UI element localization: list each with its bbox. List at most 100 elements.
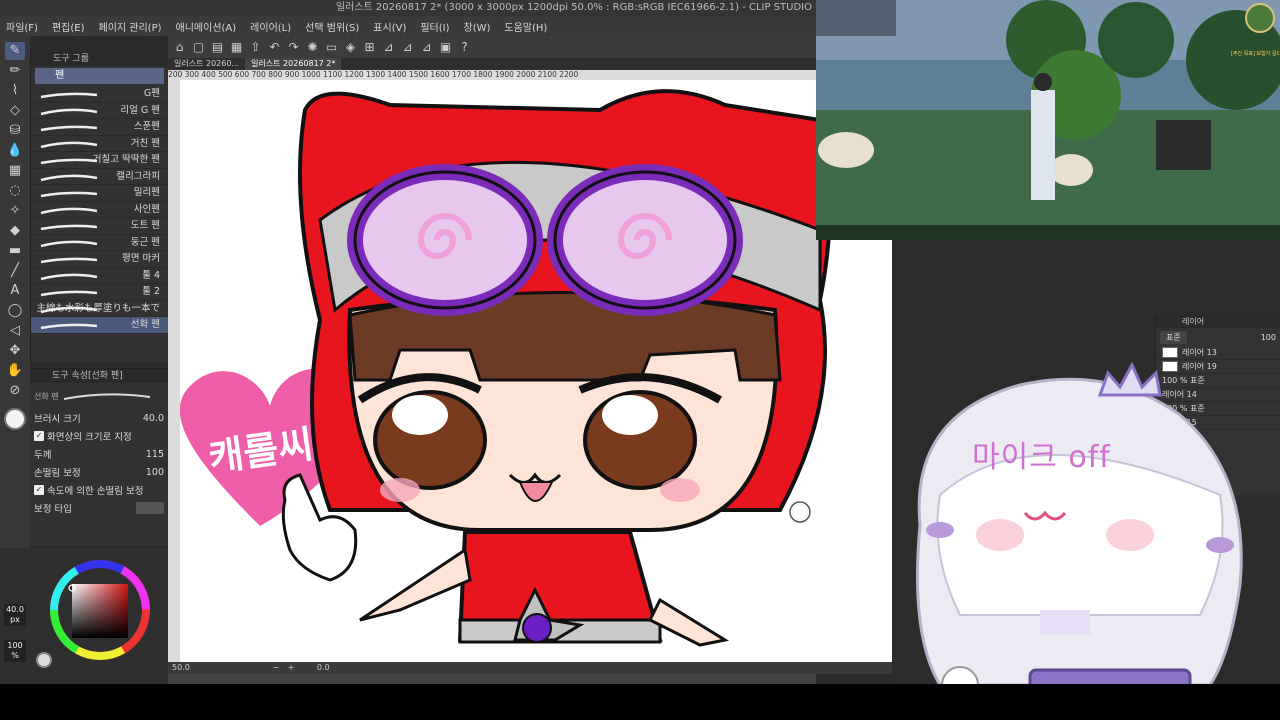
- gradient-tool-icon[interactable]: ▬: [5, 242, 25, 260]
- airbrush-tool-icon[interactable]: ⛁: [5, 122, 25, 140]
- brush-tool-icon[interactable]: ⌇: [5, 82, 25, 100]
- brush-item[interactable]: 평면 마커: [31, 251, 168, 268]
- brush-item[interactable]: 툴 2: [31, 284, 168, 301]
- brush-item[interactable]: 밀리펜: [31, 185, 168, 202]
- screen-size-checkbox[interactable]: ✓: [34, 431, 44, 441]
- blend-mode-select[interactable]: 표준: [1160, 330, 1187, 344]
- brush-stroke-icon: [40, 141, 98, 148]
- zoom-plus-icon[interactable]: +: [288, 663, 295, 672]
- transform-icon[interactable]: ⊞: [362, 40, 377, 55]
- brush-size-row[interactable]: 브러시 크기 40.0: [30, 409, 168, 427]
- redo-icon[interactable]: ↷: [286, 40, 301, 55]
- opacity-indicator[interactable]: 100 %: [4, 640, 26, 662]
- canvas-angle-value[interactable]: 0.0: [317, 663, 330, 672]
- menu-edit[interactable]: 편집(E): [52, 19, 85, 34]
- text-tool-icon[interactable]: A: [5, 282, 25, 300]
- open-icon[interactable]: ▤: [210, 40, 225, 55]
- export-icon[interactable]: ⇧: [248, 40, 263, 55]
- fill-icon[interactable]: ◈: [343, 40, 358, 55]
- thickness-row[interactable]: 두께 115: [30, 445, 168, 463]
- menu-bar: 파일(F) 편집(E) 페이지 관리(P) 애니메이션(A) 레이어(L) 선택…: [0, 16, 816, 36]
- menu-page[interactable]: 페이지 관리(P): [99, 19, 162, 34]
- sub-color-swatch[interactable]: [36, 652, 52, 668]
- correction-value[interactable]: 100: [146, 467, 164, 478]
- menu-view[interactable]: 표시(V): [373, 19, 406, 34]
- brush-item[interactable]: 툴 4: [31, 268, 168, 284]
- brush-item[interactable]: 主線も水彩も厚塗りも一本で: [31, 301, 168, 317]
- frame-tool-icon[interactable]: ▦: [5, 162, 25, 180]
- brush-item[interactable]: 선화 펜: [31, 317, 168, 334]
- tool-property-panel: 도구 속성[선화 펜] 선화 펜 브러시 크기 40.0 ✓ 화면상의 크기로 …: [30, 368, 168, 546]
- brush-item[interactable]: 캘리그라피: [31, 169, 168, 185]
- menu-help[interactable]: 도움말(H): [504, 19, 547, 34]
- brush-item[interactable]: 둥근 펜: [31, 235, 168, 251]
- hand-tool-icon[interactable]: ✋: [5, 362, 25, 380]
- brush-item-label: 사인펜: [133, 203, 160, 215]
- snap-ruler-icon[interactable]: ⊿: [400, 40, 415, 55]
- brush-item[interactable]: G펜: [31, 86, 168, 103]
- layer-opacity-value[interactable]: 100: [1261, 333, 1276, 342]
- home-icon[interactable]: ⌂: [172, 40, 187, 55]
- correct-line-tool-icon[interactable]: ◁: [5, 322, 25, 340]
- brush-item-label: 평면 마커: [122, 253, 160, 264]
- new-file-icon[interactable]: ▢: [191, 40, 206, 55]
- brush-stroke-icon: [40, 240, 98, 247]
- brush-item[interactable]: 리얼 G 펜: [31, 103, 168, 119]
- brush-item-label: 툴 4: [142, 269, 160, 281]
- balloon-tool-icon[interactable]: ◯: [5, 302, 25, 320]
- speed-correction-checkbox[interactable]: ✓: [34, 485, 44, 495]
- correction-type-buttons[interactable]: [136, 502, 164, 514]
- lasso-tool-icon[interactable]: ◌: [5, 182, 25, 200]
- speed-correction-row[interactable]: ✓ 속도에 의한 손떨림 보정: [30, 481, 168, 499]
- move-tool-icon[interactable]: ✥: [5, 342, 25, 360]
- pen-tool-icon[interactable]: ✎: [5, 42, 25, 60]
- brush-stroke-icon: [40, 174, 98, 181]
- save-icon[interactable]: ▦: [229, 40, 244, 55]
- brush-item[interactable]: 거칠고 딱딱한 펜: [31, 152, 168, 169]
- brush-item-label: 거칠고 딱딱한 펜: [92, 154, 160, 165]
- clear-icon[interactable]: ▭: [324, 40, 339, 55]
- brush-stroke-icon: [40, 191, 98, 198]
- subtool-group-pen[interactable]: 펜: [35, 68, 164, 84]
- brush-item[interactable]: 도트 펜: [31, 218, 168, 235]
- menu-file[interactable]: 파일(F): [6, 19, 38, 34]
- eyedropper-tool-icon[interactable]: ⊘: [5, 382, 25, 400]
- canvas-paper[interactable]: 캐롤씨: [179, 80, 892, 662]
- correction-type-row[interactable]: 보정 타입: [30, 499, 168, 517]
- brush-size-indicator[interactable]: 40.0 px: [4, 604, 26, 626]
- loading-icon[interactable]: ✺: [305, 40, 320, 55]
- brush-item[interactable]: 사인펜: [31, 202, 168, 218]
- fill-tool-icon[interactable]: ◆: [5, 222, 25, 240]
- brush-stroke-icon: [40, 207, 98, 214]
- brush-stroke-icon: [40, 323, 98, 330]
- menu-filter[interactable]: 필터(I): [420, 19, 449, 34]
- menu-selection[interactable]: 선택 범위(S): [305, 19, 359, 34]
- doc-tab-2[interactable]: 일러스트 20260817 2*: [245, 58, 342, 70]
- brush-size-value[interactable]: 40.0: [143, 413, 164, 424]
- correction-row[interactable]: 손떨림 보정 100: [30, 463, 168, 481]
- snap-grid-icon[interactable]: ⊿: [419, 40, 434, 55]
- zoom-minus-icon[interactable]: −: [272, 663, 279, 672]
- main-color-swatch[interactable]: [4, 408, 26, 430]
- brush-item[interactable]: 스푼펜: [31, 119, 168, 136]
- doc-tab-1[interactable]: 일러스트 20260...: [168, 58, 245, 70]
- menu-layer[interactable]: 레이어(L): [250, 19, 291, 34]
- thickness-value[interactable]: 115: [146, 449, 164, 460]
- blend-tool-icon[interactable]: 💧: [5, 142, 25, 160]
- brush-item[interactable]: 거친 펜: [31, 136, 168, 152]
- pencil-tool-icon[interactable]: ✏: [5, 62, 25, 80]
- menu-animation[interactable]: 애니메이션(A): [176, 19, 237, 34]
- screen-size-row[interactable]: ✓ 화면상의 크기로 지정: [30, 427, 168, 445]
- menu-window[interactable]: 창(W): [464, 19, 491, 34]
- help-icon[interactable]: ?: [457, 40, 472, 55]
- line-tool-icon[interactable]: ╱: [5, 262, 25, 280]
- ruler-icon[interactable]: ⊿: [381, 40, 396, 55]
- canvas-zoom-value[interactable]: 50.0: [172, 663, 190, 672]
- eraser-tool-icon[interactable]: ◇: [5, 102, 25, 120]
- settings-icon[interactable]: ▣: [438, 40, 453, 55]
- layer-blend-row: 표준 100: [1156, 328, 1280, 346]
- wand-tool-icon[interactable]: ✧: [5, 202, 25, 220]
- brush-item-label: 선화 펜: [130, 319, 160, 330]
- vertical-ruler: [168, 80, 180, 662]
- undo-icon[interactable]: ↶: [267, 40, 282, 55]
